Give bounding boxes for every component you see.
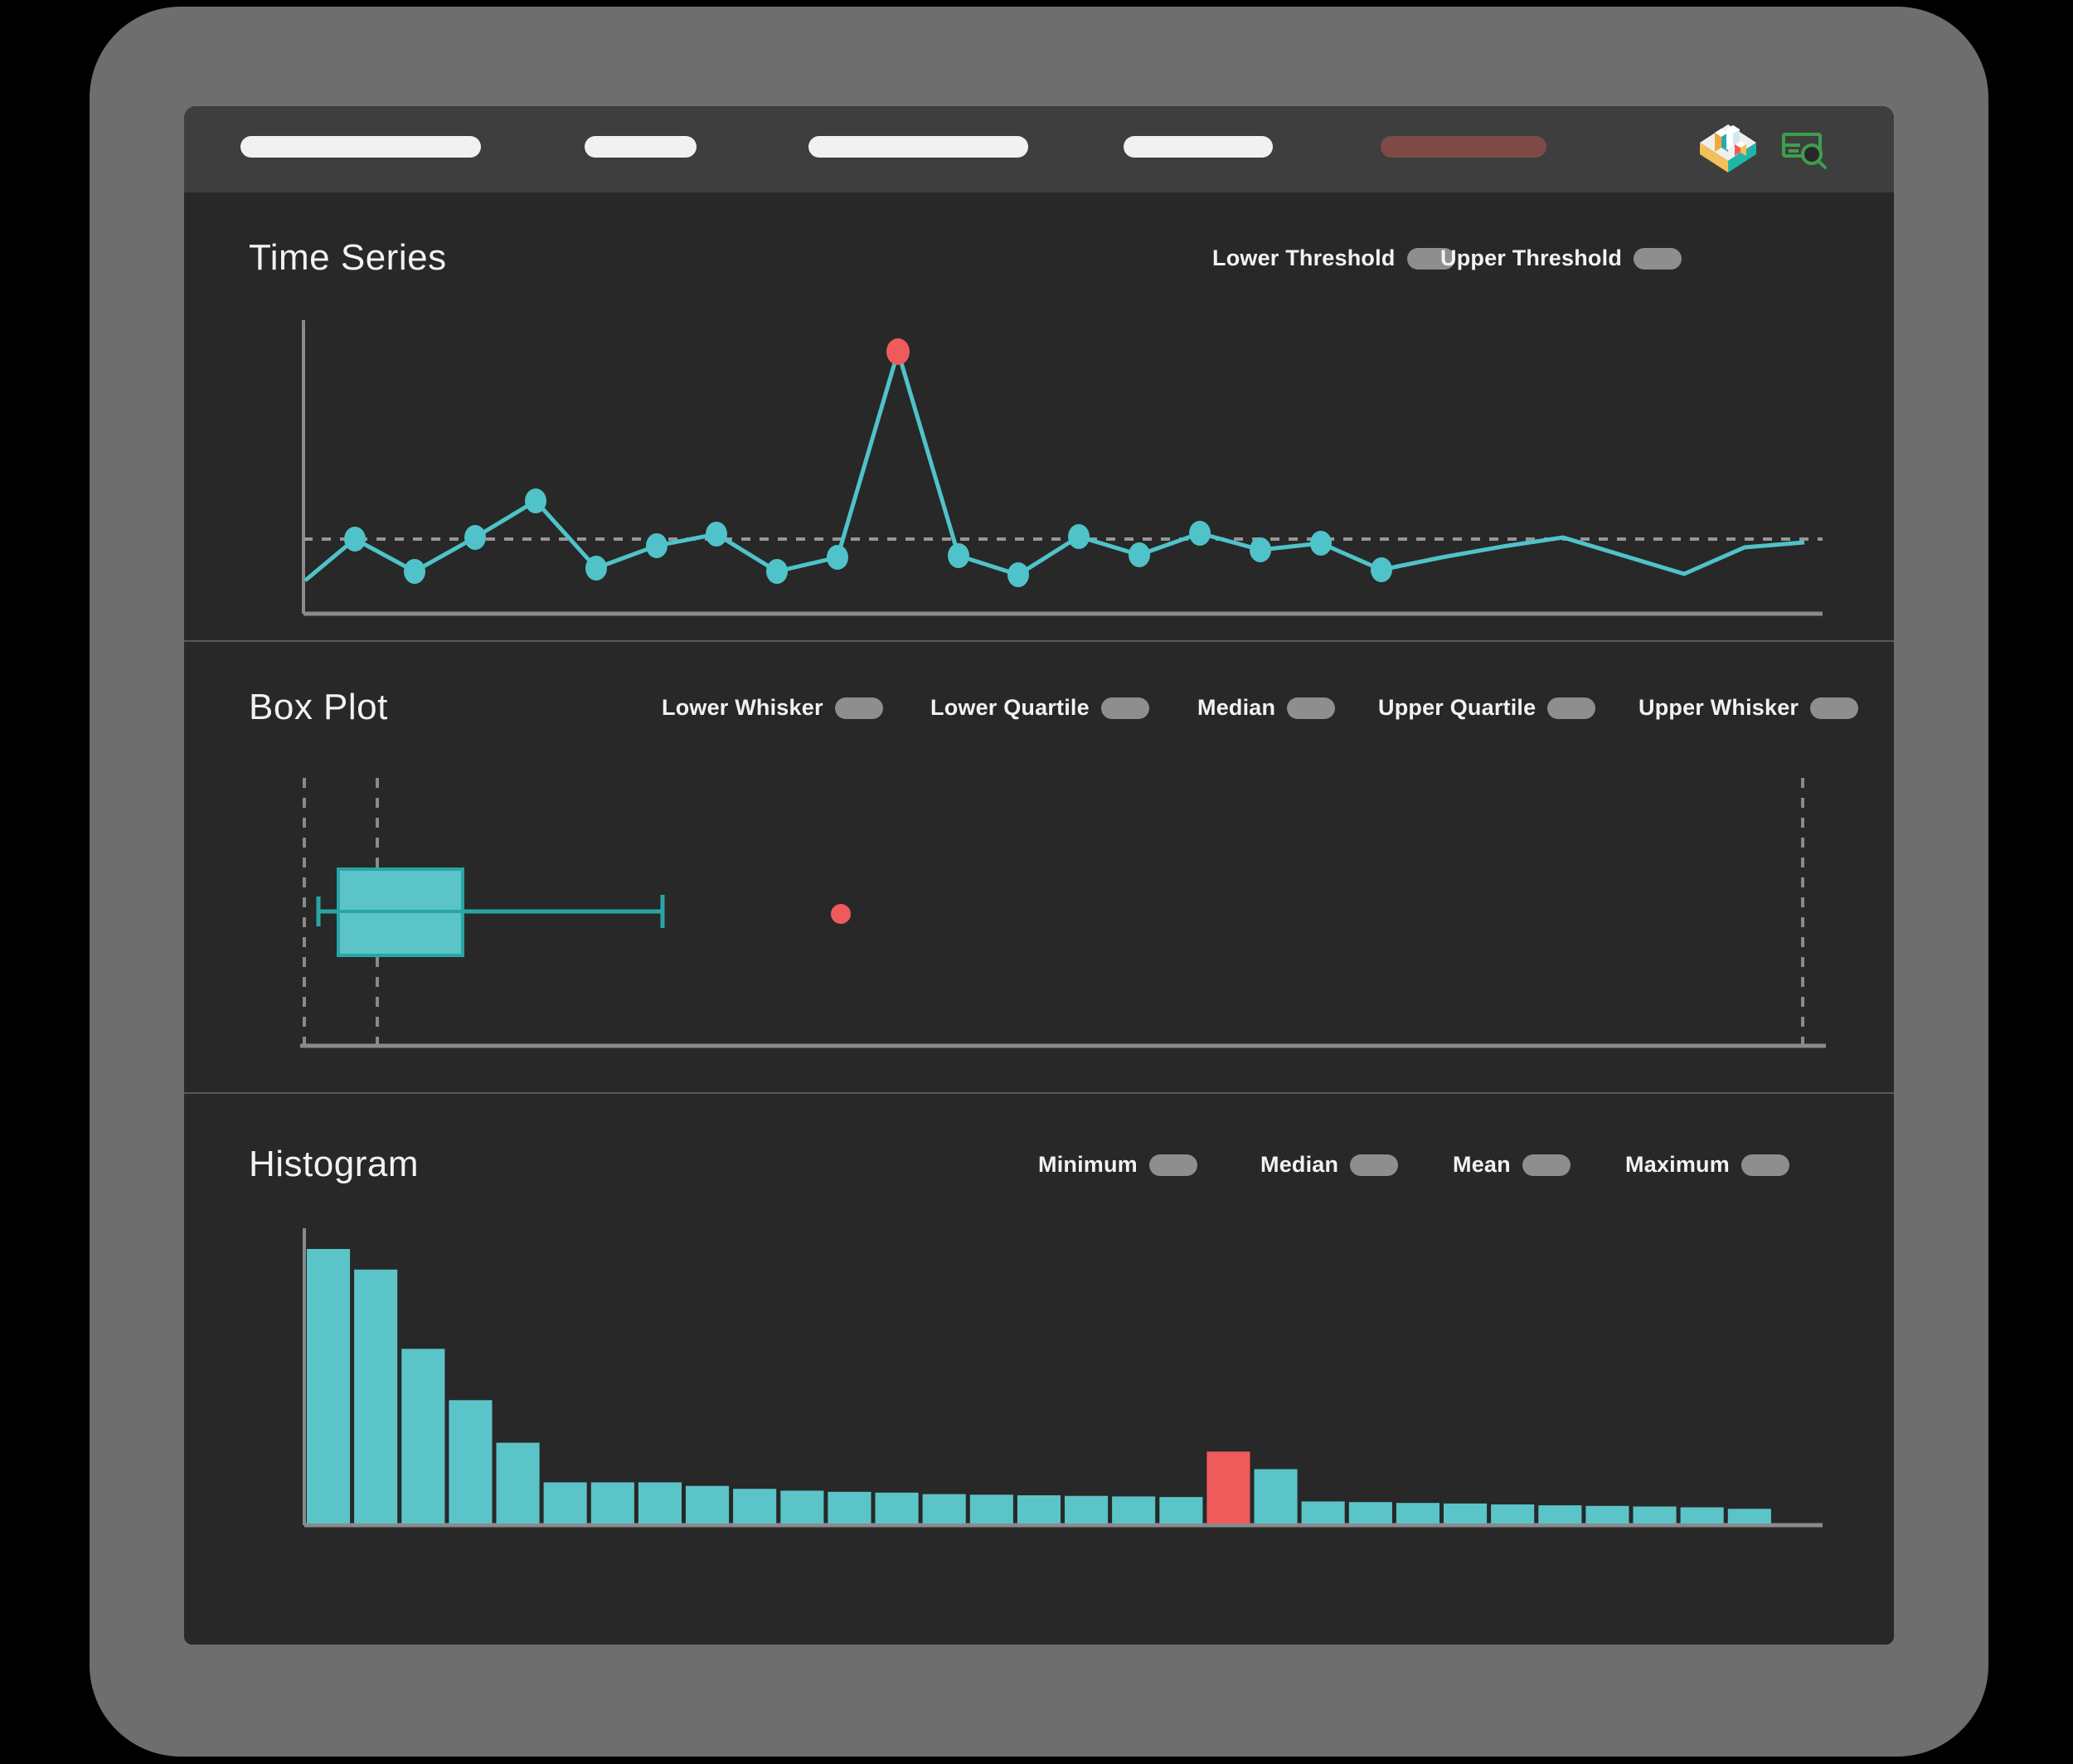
stat-upper-quartile: Upper Quartile (1378, 695, 1596, 721)
section-histogram: Histogram Minimum Median Mean Maximum (184, 1094, 1894, 1645)
histogram-bar[interactable] (590, 1482, 634, 1523)
stat-upper-whisker: Upper Whisker (1638, 695, 1859, 721)
histogram-bar[interactable] (449, 1400, 493, 1523)
toolbar-pill-1[interactable] (240, 136, 481, 158)
histogram-bar[interactable] (1538, 1505, 1582, 1523)
stat-label-lower-quartile: Lower Quartile (930, 695, 1090, 720)
stat-minimum: Minimum (1038, 1152, 1197, 1178)
histogram-bar[interactable] (496, 1442, 540, 1523)
stat-label-minimum: Minimum (1038, 1152, 1138, 1177)
stat-lower-whisker: Lower Whisker (662, 695, 883, 721)
toolbar-pill-active[interactable] (1381, 136, 1546, 158)
section-box-plot: Box Plot Lower Whisker Lower Quartile Me… (184, 642, 1894, 1094)
histogram-bar[interactable] (543, 1482, 587, 1523)
stat-label-upper-quartile: Upper Quartile (1378, 695, 1537, 720)
histogram-bar[interactable] (1065, 1495, 1109, 1523)
histogram-header: Histogram Minimum Median Mean Maximum (184, 1144, 1894, 1202)
page-title-box-plot: Box Plot (249, 687, 388, 727)
stat-value-lower-whisker[interactable] (834, 697, 883, 719)
isometric-bar-chart-icon[interactable] (1695, 118, 1761, 181)
section-time-series: Time Series Lower Threshold Upper Thresh… (184, 192, 1894, 642)
box-plot-header: Box Plot Lower Whisker Lower Quartile Me… (184, 687, 1894, 745)
histogram-bar[interactable] (1396, 1503, 1439, 1523)
stat-upper-threshold: Upper Threshold (1440, 245, 1682, 271)
time-series-plot[interactable] (300, 317, 1826, 632)
histogram-bar[interactable] (401, 1349, 445, 1523)
stat-label-upper-whisker: Upper Whisker (1638, 695, 1799, 720)
stat-label-median-hist: Median (1260, 1152, 1339, 1177)
histogram-bar[interactable] (1585, 1505, 1629, 1523)
toolbar-pill-2[interactable] (585, 136, 697, 158)
stat-lower-quartile: Lower Quartile (930, 695, 1149, 721)
stat-maximum: Maximum (1625, 1152, 1789, 1178)
stat-value-upper-whisker[interactable] (1810, 697, 1859, 719)
stat-median-hist: Median (1260, 1152, 1399, 1178)
application-window: Time Series Lower Threshold Upper Thresh… (184, 106, 1894, 1645)
histogram-bar[interactable] (922, 1494, 966, 1523)
histogram-bar[interactable] (638, 1482, 682, 1523)
histogram-bar[interactable] (1727, 1509, 1771, 1523)
histogram-bar[interactable] (780, 1490, 824, 1523)
stat-lower-threshold: Lower Threshold (1212, 245, 1455, 271)
stat-value-lower-quartile[interactable] (1100, 697, 1149, 719)
histogram-bar[interactable] (1017, 1495, 1061, 1523)
stat-value-maximum[interactable] (1740, 1154, 1789, 1176)
histogram-bar-highlight[interactable] (1206, 1451, 1250, 1523)
stat-label-mean: Mean (1453, 1152, 1511, 1177)
stat-mean: Mean (1453, 1152, 1571, 1178)
stat-label-lower-threshold: Lower Threshold (1212, 245, 1396, 270)
toolbar-pill-3[interactable] (808, 136, 1028, 158)
histogram-bar[interactable] (354, 1269, 398, 1523)
histogram-bar[interactable] (1112, 1496, 1156, 1523)
page-title-time-series: Time Series (249, 237, 447, 278)
page-title-histogram: Histogram (249, 1144, 419, 1184)
stat-value-minimum[interactable] (1148, 1154, 1197, 1176)
stat-value-mean[interactable] (1522, 1154, 1571, 1176)
histogram-bar[interactable] (1444, 1503, 1488, 1523)
stat-value-upper-quartile[interactable] (1547, 697, 1596, 719)
histogram-bar[interactable] (733, 1489, 777, 1523)
stat-value-median-hist[interactable] (1350, 1154, 1399, 1176)
stat-label-median-box: Median (1197, 695, 1276, 720)
anomaly-point (886, 338, 910, 365)
histogram-bar[interactable] (1301, 1501, 1345, 1523)
histogram-bar[interactable] (1254, 1469, 1298, 1524)
histogram-bar[interactable] (875, 1492, 919, 1523)
histogram-bar[interactable] (969, 1494, 1013, 1523)
histogram-bar[interactable] (307, 1249, 351, 1523)
stat-label-maximum: Maximum (1625, 1152, 1730, 1177)
histogram-bar[interactable] (686, 1485, 730, 1523)
time-series-header: Time Series Lower Threshold Upper Thresh… (184, 237, 1894, 295)
histogram-bar[interactable] (1633, 1506, 1677, 1524)
box-plot-outlier (831, 904, 851, 924)
histogram-chart[interactable] (300, 1227, 1826, 1542)
stat-label-upper-threshold: Upper Threshold (1440, 245, 1623, 270)
histogram-bar[interactable] (1491, 1504, 1535, 1523)
histogram-bar[interactable] (828, 1491, 871, 1523)
stat-value-median-box[interactable] (1287, 697, 1336, 719)
stat-value-upper-threshold[interactable] (1634, 247, 1682, 270)
box-plot-chart[interactable] (300, 766, 1826, 1057)
stat-median-box: Median (1197, 695, 1336, 721)
data-inspect-icon[interactable] (1780, 129, 1830, 171)
histogram-bar[interactable] (1159, 1497, 1203, 1523)
toolbar-pill-4[interactable] (1124, 136, 1273, 158)
stat-label-lower-whisker: Lower Whisker (662, 695, 823, 720)
screenshot-root: Time Series Lower Threshold Upper Thresh… (0, 0, 2073, 1764)
histogram-bar[interactable] (1348, 1502, 1392, 1523)
histogram-bar[interactable] (1680, 1507, 1724, 1524)
